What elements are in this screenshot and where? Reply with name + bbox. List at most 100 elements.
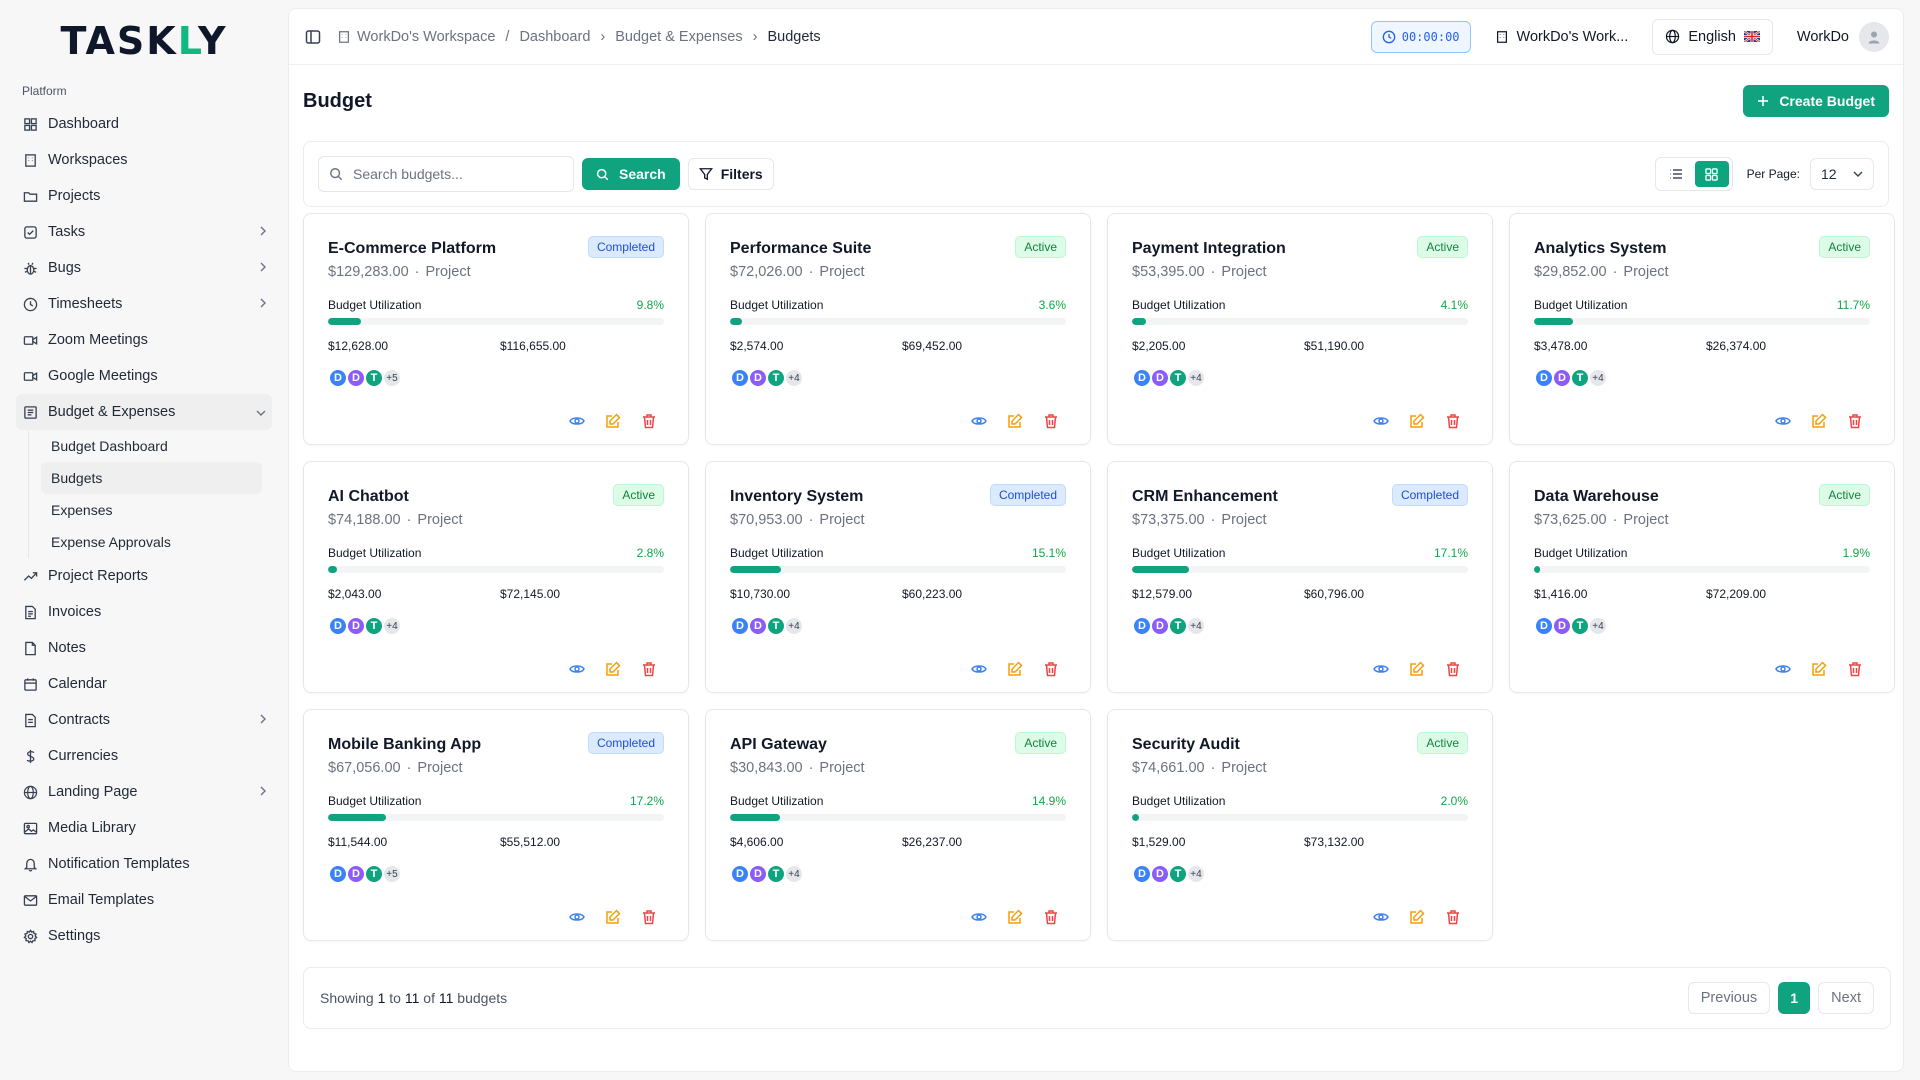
sidebar-item-projects[interactable]: Projects bbox=[16, 178, 272, 214]
edit-icon[interactable] bbox=[1408, 412, 1426, 430]
sidebar-item-landing-page[interactable]: Landing Page bbox=[16, 774, 272, 810]
edit-icon[interactable] bbox=[1006, 412, 1024, 430]
sidebar-item-email-templates[interactable]: Email Templates bbox=[16, 882, 272, 918]
view-icon[interactable] bbox=[970, 908, 988, 926]
view-icon[interactable] bbox=[970, 412, 988, 430]
sidebar-item-notification-templates[interactable]: Notification Templates bbox=[16, 846, 272, 882]
sidebar-toggle-icon[interactable] bbox=[303, 27, 323, 47]
budget-title[interactable]: Mobile Banking App bbox=[328, 736, 481, 754]
breadcrumb-workspace[interactable]: WorkDo's Workspace bbox=[357, 29, 495, 45]
delete-icon[interactable] bbox=[640, 412, 658, 430]
page-number-button[interactable]: 1 bbox=[1778, 982, 1811, 1014]
view-icon[interactable] bbox=[1372, 660, 1390, 678]
view-icon[interactable] bbox=[568, 660, 586, 678]
sidebar-item-currencies[interactable]: Currencies bbox=[16, 738, 272, 774]
sidebar-subitem-budget-dashboard[interactable]: Budget Dashboard bbox=[41, 430, 262, 462]
sidebar-item-calendar[interactable]: Calendar bbox=[16, 666, 272, 702]
view-icon[interactable] bbox=[970, 660, 988, 678]
delete-icon[interactable] bbox=[1042, 908, 1060, 926]
filters-button[interactable]: Filters bbox=[687, 158, 774, 190]
budget-card[interactable]: AI Chatbot Active $74,188.00 · Project Bud… bbox=[303, 461, 689, 693]
next-page-button[interactable]: Next bbox=[1818, 982, 1874, 1014]
sidebar-item-dashboard[interactable]: Dashboard bbox=[16, 106, 272, 142]
sidebar-subitem-expenses[interactable]: Expenses bbox=[41, 494, 262, 526]
search-button[interactable]: Search bbox=[582, 158, 680, 190]
sidebar-item-media-library[interactable]: Media Library bbox=[16, 810, 272, 846]
view-icon[interactable] bbox=[1774, 412, 1792, 430]
language-selector[interactable]: English bbox=[1652, 18, 1773, 55]
search-input[interactable] bbox=[353, 166, 553, 182]
search-field[interactable] bbox=[318, 156, 574, 192]
budget-card[interactable]: Security Audit Active $74,661.00 · Project… bbox=[1107, 709, 1493, 941]
workspace-switcher[interactable]: WorkDo's Work... bbox=[1485, 29, 1639, 45]
delete-icon[interactable] bbox=[640, 660, 658, 678]
budget-card[interactable]: E-Commerce Platform Completed $129,283.0… bbox=[303, 213, 689, 445]
budget-card[interactable]: Analytics System Active $29,852.00 · Proje… bbox=[1509, 213, 1895, 445]
budget-card[interactable]: Inventory System Completed $70,953.00 · Pr… bbox=[705, 461, 1091, 693]
sidebar-item-notes[interactable]: Notes bbox=[16, 630, 272, 666]
timer-button[interactable]: 00:00:00 bbox=[1370, 20, 1471, 53]
edit-icon[interactable] bbox=[604, 908, 622, 926]
edit-icon[interactable] bbox=[604, 412, 622, 430]
budget-card[interactable]: Data Warehouse Active $73,625.00 · Project… bbox=[1509, 461, 1895, 693]
edit-icon[interactable] bbox=[1408, 660, 1426, 678]
sidebar-item-tasks[interactable]: Tasks bbox=[16, 214, 272, 250]
sidebar-item-google-meetings[interactable]: Google Meetings bbox=[16, 358, 272, 394]
budget-title[interactable]: Data Warehouse bbox=[1534, 488, 1659, 506]
budget-card[interactable]: CRM Enhancement Completed $73,375.00 · Pro… bbox=[1107, 461, 1493, 693]
sidebar-item-zoom-meetings[interactable]: Zoom Meetings bbox=[16, 322, 272, 358]
per-page-select[interactable]: 12 bbox=[1810, 158, 1874, 190]
edit-icon[interactable] bbox=[1006, 908, 1024, 926]
previous-page-button[interactable]: Previous bbox=[1687, 982, 1771, 1014]
sidebar-item-contracts[interactable]: Contracts bbox=[16, 702, 272, 738]
budget-card[interactable]: Performance Suite Active $72,026.00 · Proj… bbox=[705, 213, 1091, 445]
breadcrumb-dashboard[interactable]: Dashboard bbox=[519, 29, 590, 45]
view-icon[interactable] bbox=[568, 412, 586, 430]
budget-title[interactable]: Security Audit bbox=[1132, 736, 1240, 754]
delete-icon[interactable] bbox=[1846, 412, 1864, 430]
delete-icon[interactable] bbox=[1444, 660, 1462, 678]
sidebar-item-timesheets[interactable]: Timesheets bbox=[16, 286, 272, 322]
sidebar-item-bugs[interactable]: Bugs bbox=[16, 250, 272, 286]
sidebar-item-workspaces[interactable]: Workspaces bbox=[16, 142, 272, 178]
budget-card[interactable]: Payment Integration Active $53,395.00 · Pr… bbox=[1107, 213, 1493, 445]
list-view-button[interactable] bbox=[1659, 161, 1693, 187]
budget-title[interactable]: API Gateway bbox=[730, 736, 827, 754]
delete-icon[interactable] bbox=[640, 908, 658, 926]
budget-card[interactable]: API Gateway Active $30,843.00 · Project Bu… bbox=[705, 709, 1091, 941]
budget-title[interactable]: Analytics System bbox=[1534, 240, 1667, 258]
delete-icon[interactable] bbox=[1042, 660, 1060, 678]
view-icon[interactable] bbox=[568, 908, 586, 926]
edit-icon[interactable] bbox=[1810, 660, 1828, 678]
sidebar-item-budget-and-expenses[interactable]: Budget & Expenses bbox=[16, 394, 272, 430]
delete-icon[interactable] bbox=[1846, 660, 1864, 678]
grid-view-button[interactable] bbox=[1694, 161, 1729, 187]
edit-icon[interactable] bbox=[1006, 660, 1024, 678]
sidebar-subitem-budgets[interactable]: Budgets bbox=[41, 462, 262, 494]
sidebar-item-project-reports[interactable]: Project Reports bbox=[16, 558, 272, 594]
delete-icon[interactable] bbox=[1444, 908, 1462, 926]
logo[interactable]: TASKLY bbox=[16, 0, 272, 78]
view-icon[interactable] bbox=[1372, 412, 1390, 430]
breadcrumb-budget-expenses[interactable]: Budget & Expenses bbox=[615, 29, 742, 45]
delete-icon[interactable] bbox=[1042, 412, 1060, 430]
sidebar-subitem-expense-approvals[interactable]: Expense Approvals bbox=[41, 526, 262, 558]
view-icon[interactable] bbox=[1372, 908, 1390, 926]
budget-card[interactable]: Mobile Banking App Completed $67,056.00 ·… bbox=[303, 709, 689, 941]
edit-icon[interactable] bbox=[1408, 908, 1426, 926]
budget-title[interactable]: Inventory System bbox=[730, 488, 863, 506]
edit-icon[interactable] bbox=[1810, 412, 1828, 430]
view-icon[interactable] bbox=[1774, 660, 1792, 678]
delete-icon[interactable] bbox=[1444, 412, 1462, 430]
budget-title[interactable]: Payment Integration bbox=[1132, 240, 1286, 258]
budget-title[interactable]: AI Chatbot bbox=[328, 488, 409, 506]
user-menu[interactable]: WorkDo bbox=[1787, 21, 1889, 52]
budget-title[interactable]: Performance Suite bbox=[730, 240, 871, 258]
sidebar-item-settings[interactable]: Settings bbox=[16, 918, 272, 954]
budget-title[interactable]: E-Commerce Platform bbox=[328, 240, 496, 258]
budget-title[interactable]: CRM Enhancement bbox=[1132, 488, 1278, 506]
edit-icon[interactable] bbox=[604, 660, 622, 678]
create-budget-button[interactable]: Create Budget bbox=[1743, 85, 1889, 117]
sidebar-item-invoices[interactable]: Invoices bbox=[16, 594, 272, 630]
budget-summary: $67,056.00 · Project bbox=[328, 760, 463, 776]
